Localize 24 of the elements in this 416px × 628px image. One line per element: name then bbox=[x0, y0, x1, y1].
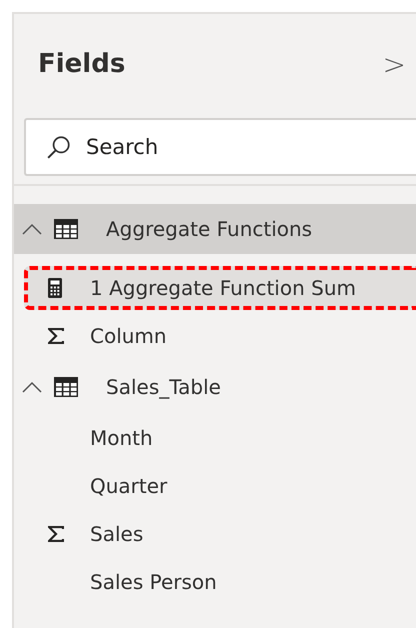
calculator-icon bbox=[48, 278, 62, 298]
pane-title: Fields bbox=[38, 49, 126, 79]
field-name: 1 Aggregate Function Sum bbox=[90, 276, 356, 300]
field-name: Sales bbox=[90, 522, 144, 546]
table-name: Sales_Table bbox=[106, 375, 221, 399]
field-name: Column bbox=[90, 324, 167, 348]
table-icon bbox=[54, 219, 78, 239]
search-field[interactable]: Search bbox=[24, 118, 416, 176]
table-row[interactable]: Sales_Table bbox=[14, 362, 416, 412]
field-row[interactable]: 1 Aggregate Function Sum bbox=[24, 266, 416, 310]
table-icon bbox=[54, 377, 78, 397]
table-row[interactable]: Aggregate Functions bbox=[14, 204, 416, 254]
table-name: Aggregate Functions bbox=[106, 217, 312, 241]
field-row[interactable]: Sales bbox=[24, 512, 416, 556]
collapse-button[interactable]: > bbox=[382, 48, 406, 80]
field-row[interactable]: Sales Person bbox=[24, 560, 416, 604]
field-name: Sales Person bbox=[90, 570, 217, 594]
field-row[interactable]: Column bbox=[24, 314, 416, 358]
field-row[interactable]: Month bbox=[24, 416, 416, 460]
sigma-icon bbox=[48, 526, 64, 542]
field-name: Quarter bbox=[90, 474, 168, 498]
sigma-icon bbox=[48, 328, 64, 344]
field-name: Month bbox=[90, 426, 153, 450]
field-row[interactable]: Quarter bbox=[24, 464, 416, 508]
